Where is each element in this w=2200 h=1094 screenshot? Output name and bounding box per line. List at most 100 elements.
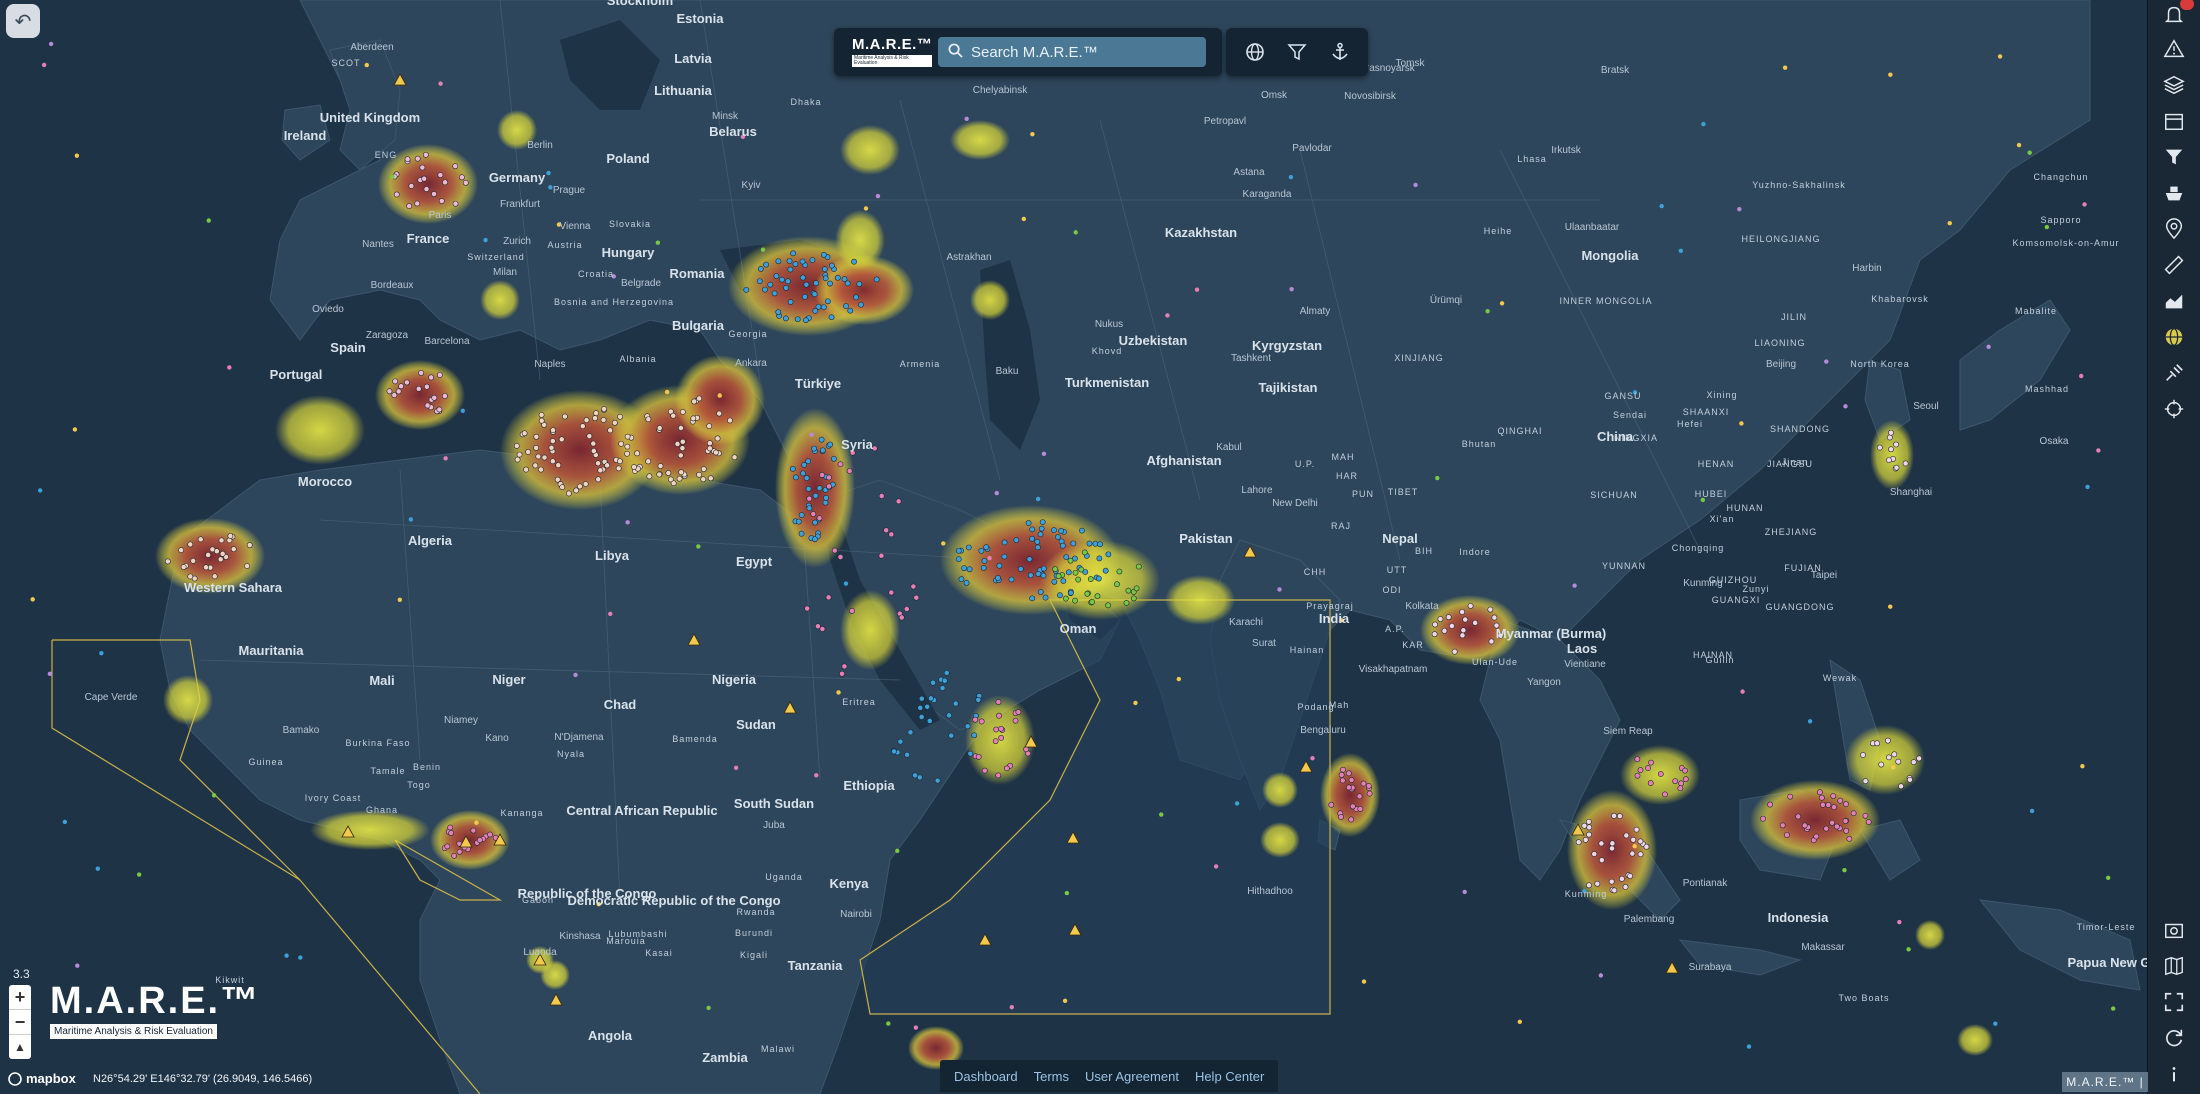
- incident-marker[interactable]: [1021, 216, 1027, 222]
- incident-marker[interactable]: [897, 738, 904, 745]
- incident-marker[interactable]: [404, 156, 411, 163]
- incident-marker[interactable]: [1063, 554, 1070, 561]
- incident-marker[interactable]: [1876, 444, 1883, 451]
- incident-marker[interactable]: [1467, 602, 1474, 609]
- incident-marker[interactable]: [846, 468, 853, 474]
- incident-marker[interactable]: [1013, 537, 1020, 544]
- incident-marker[interactable]: [1910, 759, 1917, 766]
- area-chart-icon[interactable]: [2148, 284, 2200, 318]
- incident-marker[interactable]: [550, 427, 556, 434]
- incident-marker[interactable]: [843, 303, 849, 309]
- incident-marker[interactable]: [1807, 719, 1813, 724]
- incident-marker[interactable]: [474, 820, 479, 825]
- incident-marker[interactable]: [1340, 766, 1346, 773]
- incident-marker[interactable]: [814, 773, 819, 778]
- incident-marker[interactable]: [1105, 602, 1112, 609]
- incident-marker[interactable]: [1825, 802, 1832, 808]
- incident-marker[interactable]: [1070, 540, 1077, 547]
- incident-marker[interactable]: [459, 174, 465, 181]
- incident-marker[interactable]: [391, 392, 398, 399]
- incident-marker[interactable]: [1432, 621, 1438, 628]
- incident-marker[interactable]: [1001, 553, 1008, 560]
- incident-marker[interactable]: [1339, 777, 1346, 784]
- incident-marker[interactable]: [903, 606, 910, 612]
- incident-marker[interactable]: [595, 476, 602, 483]
- incident-marker[interactable]: [1042, 594, 1049, 601]
- incident-marker[interactable]: [523, 466, 529, 473]
- incident-marker[interactable]: [424, 402, 431, 409]
- incident-marker[interactable]: [514, 456, 521, 463]
- incident-marker[interactable]: [1739, 421, 1744, 426]
- incident-marker[interactable]: [452, 200, 459, 207]
- incident-marker[interactable]: [548, 185, 553, 190]
- incident-marker[interactable]: [966, 566, 973, 573]
- incident-marker[interactable]: [1176, 676, 1182, 682]
- incident-marker[interactable]: [700, 466, 707, 473]
- incident-marker[interactable]: [1846, 835, 1853, 842]
- incident-marker[interactable]: [1289, 287, 1294, 292]
- incident-marker[interactable]: [713, 449, 719, 456]
- incident-marker[interactable]: [757, 265, 764, 272]
- incident-marker[interactable]: [1094, 593, 1101, 600]
- incident-marker[interactable]: [1086, 540, 1093, 547]
- incident-marker[interactable]: [438, 198, 445, 204]
- incident-marker[interactable]: [180, 564, 187, 570]
- incident-marker[interactable]: [813, 280, 819, 287]
- incident-marker[interactable]: [595, 460, 601, 467]
- incident-marker[interactable]: [676, 475, 683, 482]
- incident-marker[interactable]: [1637, 838, 1644, 845]
- incident-marker[interactable]: [1116, 568, 1123, 575]
- incident-marker[interactable]: [679, 438, 686, 445]
- incident-marker[interactable]: [798, 512, 805, 518]
- incident-marker[interactable]: [1123, 599, 1130, 606]
- incident-marker[interactable]: [2085, 484, 2090, 490]
- incident-marker[interactable]: [981, 767, 988, 774]
- incident-marker[interactable]: [95, 866, 101, 871]
- incident-marker[interactable]: [965, 544, 972, 551]
- incident-marker[interactable]: [912, 772, 918, 779]
- incident-marker[interactable]: [1035, 571, 1042, 577]
- incident-marker[interactable]: [904, 751, 910, 758]
- incident-marker[interactable]: [1213, 864, 1219, 869]
- incident-marker[interactable]: [1633, 826, 1640, 833]
- incident-marker[interactable]: [805, 485, 812, 492]
- incident-marker[interactable]: [590, 440, 597, 447]
- incident-marker[interactable]: [980, 565, 987, 571]
- incident-marker[interactable]: [1818, 794, 1825, 801]
- incident-marker[interactable]: [665, 470, 672, 476]
- incident-marker[interactable]: [1622, 884, 1629, 890]
- incident-marker[interactable]: [803, 475, 810, 481]
- incident-marker[interactable]: [197, 536, 204, 543]
- incident-marker[interactable]: [164, 558, 171, 565]
- incident-marker[interactable]: [418, 369, 425, 376]
- incident-marker[interactable]: [670, 412, 677, 419]
- incident-marker[interactable]: [1643, 843, 1650, 850]
- incident-marker[interactable]: [975, 696, 982, 703]
- incident-marker[interactable]: [664, 389, 670, 395]
- incident-marker[interactable]: [827, 441, 834, 448]
- incident-marker[interactable]: [679, 445, 686, 452]
- incident-marker[interactable]: [1105, 551, 1112, 558]
- incident-marker[interactable]: [1348, 777, 1355, 783]
- incident-marker[interactable]: [2080, 763, 2085, 769]
- incident-marker[interactable]: [1907, 776, 1913, 783]
- incident-marker[interactable]: [1075, 576, 1082, 583]
- incident-marker[interactable]: [415, 385, 422, 392]
- incident-marker[interactable]: [841, 663, 848, 670]
- incident-marker[interactable]: [1051, 527, 1057, 534]
- incident-marker[interactable]: [187, 541, 194, 548]
- search-box[interactable]: [938, 37, 1206, 67]
- incident-marker[interactable]: [1837, 797, 1844, 804]
- incident-marker[interactable]: [460, 408, 465, 414]
- incident-marker[interactable]: [961, 565, 968, 572]
- incident-marker[interactable]: [565, 490, 572, 497]
- incident-marker[interactable]: [1860, 752, 1866, 758]
- incident-marker[interactable]: [785, 278, 791, 285]
- incident-marker[interactable]: [573, 672, 578, 678]
- incident-marker[interactable]: [1623, 832, 1630, 839]
- incident-marker[interactable]: [798, 530, 805, 537]
- incident-marker[interactable]: [421, 175, 428, 182]
- incident-marker[interactable]: [1491, 614, 1498, 621]
- incident-marker[interactable]: [771, 290, 778, 297]
- incident-marker[interactable]: [203, 564, 209, 571]
